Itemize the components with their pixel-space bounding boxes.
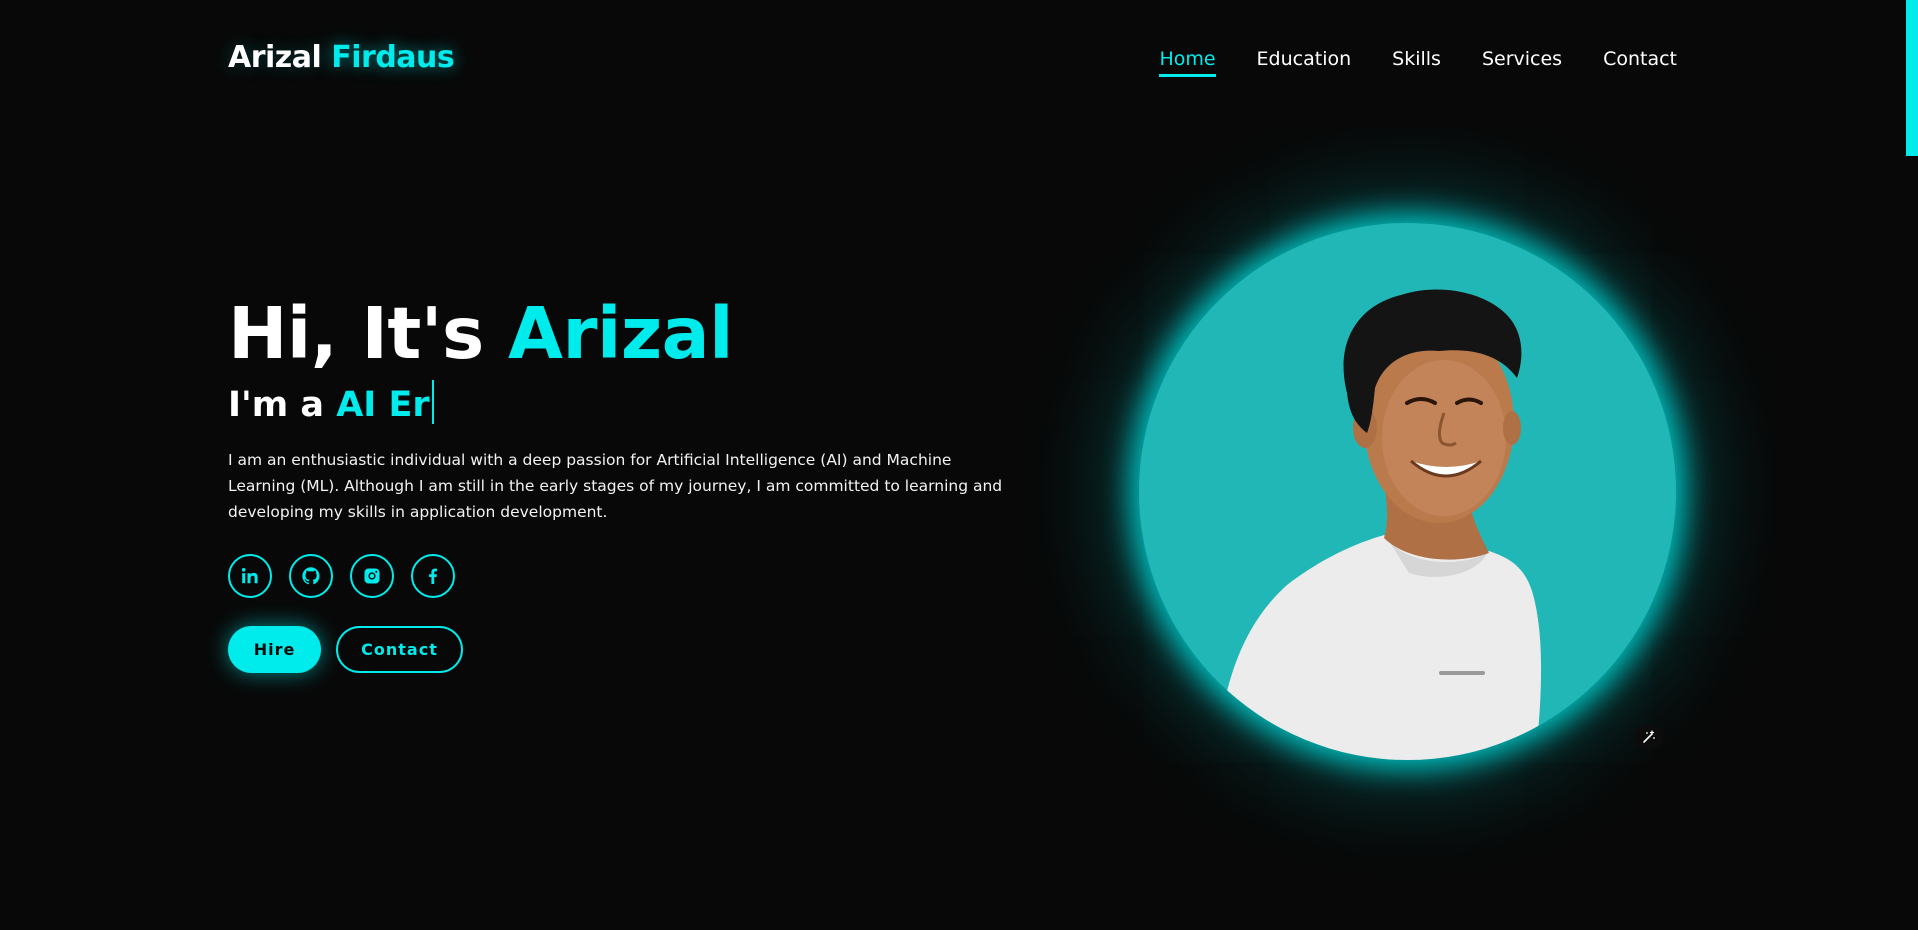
linkedin-icon (241, 568, 258, 584)
nav-services[interactable]: Services (1482, 48, 1562, 77)
github-icon (302, 567, 320, 585)
instagram-link[interactable] (350, 554, 394, 598)
typing-caret (431, 380, 434, 424)
contact-button[interactable]: Contact (336, 626, 463, 673)
logo[interactable]: Arizal Firdaus (228, 40, 455, 75)
hero-role-prefix: I'm a (228, 385, 337, 425)
portrait-image (1217, 289, 1542, 760)
instagram-icon (364, 568, 380, 584)
facebook-icon (429, 568, 437, 584)
magic-wand-icon (1643, 730, 1655, 743)
facebook-link[interactable] (411, 554, 455, 598)
nav-education[interactable]: Education (1257, 48, 1352, 77)
scroll-progress-indicator[interactable] (1906, 0, 1918, 156)
nav-skills[interactable]: Skills (1392, 48, 1441, 77)
main-nav: Home Education Skills Services Contact (1159, 48, 1677, 77)
nav-home[interactable]: Home (1159, 48, 1216, 77)
hero-role-typed: AI Er (336, 385, 430, 425)
page: Arizal Firdaus Home Education Skills Ser… (0, 0, 1918, 930)
nav-contact[interactable]: Contact (1603, 48, 1677, 77)
social-links (228, 554, 455, 598)
linkedin-link[interactable] (228, 554, 272, 598)
hero-greeting: Hi, It's (228, 292, 509, 375)
profile-photo (1139, 223, 1676, 760)
hero-description: I am an enthusiastic individual with a d… (228, 451, 1003, 521)
hero-name: Arizal (508, 292, 733, 375)
github-link[interactable] (289, 554, 333, 598)
logo-first-name: Arizal (228, 40, 322, 75)
edit-photo-button[interactable] (1634, 725, 1664, 749)
hire-button[interactable]: Hire (228, 626, 321, 673)
hero-actions: Hire Contact (228, 626, 463, 673)
hero-role: I'm a AI Er (228, 380, 434, 425)
logo-last-name: Firdaus (331, 40, 455, 75)
hero-title: Hi, It's Arizal (228, 292, 733, 375)
